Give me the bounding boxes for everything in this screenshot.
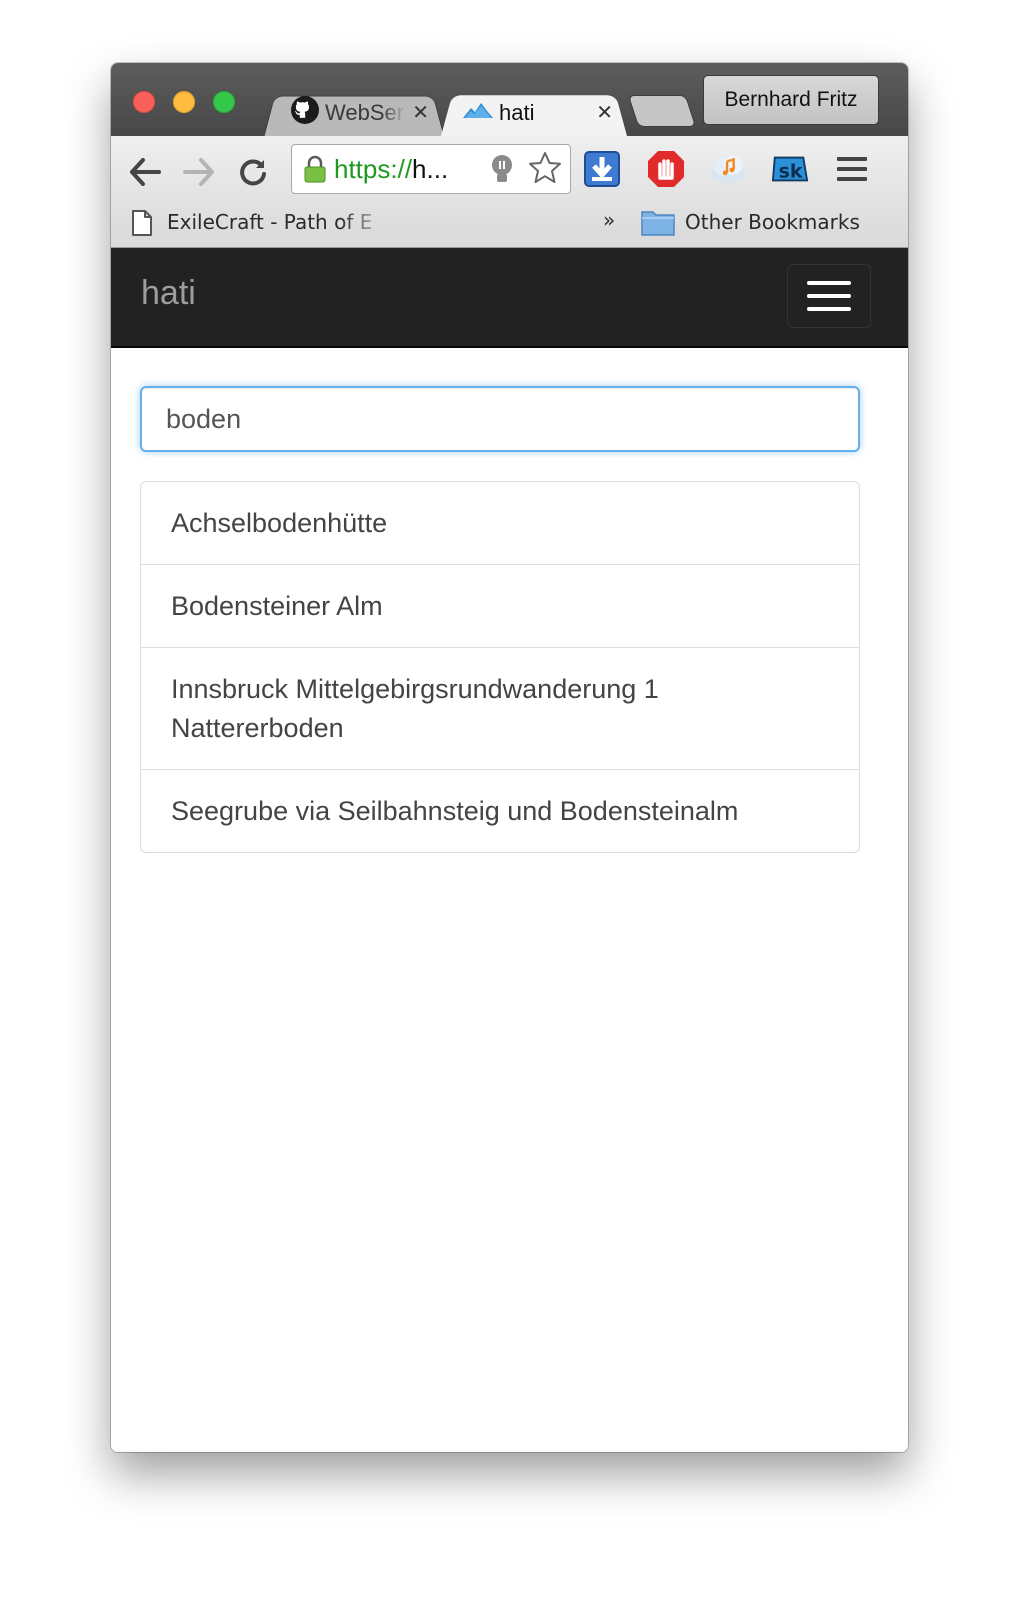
back-arrow-icon[interactable] [125,152,165,192]
new-tab-button[interactable] [627,95,697,127]
list-item[interactable]: Achselbodenhütte [141,482,859,564]
lock-icon [304,155,326,183]
reload-icon[interactable] [233,152,273,192]
tab-strip: WebSer ✕ hati ✕ Bernhard Fritz [111,63,908,138]
list-item[interactable]: Innsbruck Mittelgebirgsrundwanderung 1 N… [141,647,859,769]
bookmarks-bar: ExileCraft - Path of E » Other Bookmarks [111,200,908,246]
search-input[interactable] [140,386,860,452]
url-text: https://h... [334,153,449,184]
close-window-button[interactable] [133,91,155,113]
adblock-hand-icon[interactable] [647,150,685,188]
browser-window: WebSer ✕ hati ✕ Bernhard Fritz https://h… [111,63,908,1452]
menu-icon[interactable] [833,150,871,188]
bookmark-exilecraft[interactable]: ExileCraft - Path of E [167,210,389,234]
zoom-window-button[interactable] [213,91,235,113]
list-item[interactable]: Bodensteiner Alm [141,564,859,647]
app-navbar: hati [111,248,908,348]
music-cloud-icon[interactable] [709,150,747,188]
folder-icon [641,208,675,241]
download-icon[interactable] [583,150,621,188]
bookmark-star-icon[interactable] [528,151,562,190]
other-bookmarks[interactable]: Other Bookmarks [685,210,860,234]
tab-title: WebSer [325,99,405,125]
sk-icon[interactable]: sk [771,150,809,188]
nav-toggle-hamburger-icon[interactable] [787,264,871,328]
page-icon [131,209,153,242]
brand-link[interactable]: hati [141,274,196,313]
web-page: hati Achselbodenhütte Bodensteiner Alm I… [111,248,908,1452]
tab-hati[interactable]: hati ✕ [441,89,627,136]
tab-webser[interactable]: WebSer ✕ [263,89,445,138]
results-list: Achselbodenhütte Bodensteiner Alm Innsbr… [140,481,860,853]
address-bar[interactable]: https://h... [291,144,571,194]
tab-title: hati [499,99,535,125]
mountain-icon [463,100,493,125]
minimize-window-button[interactable] [173,91,195,113]
bookmarks-overflow-chevron-icon[interactable]: » [603,208,615,232]
close-icon[interactable]: ✕ [596,100,613,125]
lightbulb-icon[interactable] [488,153,516,190]
profile-button[interactable]: Bernhard Fritz [703,75,879,125]
browser-toolbar: https://h... sk ExileCraft - Path of E »… [111,136,908,248]
list-item[interactable]: Seegrube via Seilbahnsteig und Bodenstei… [141,769,859,852]
forward-arrow-icon[interactable] [179,152,219,192]
svg-text:sk: sk [779,161,803,183]
close-icon[interactable]: ✕ [412,100,429,125]
github-icon [291,96,319,129]
